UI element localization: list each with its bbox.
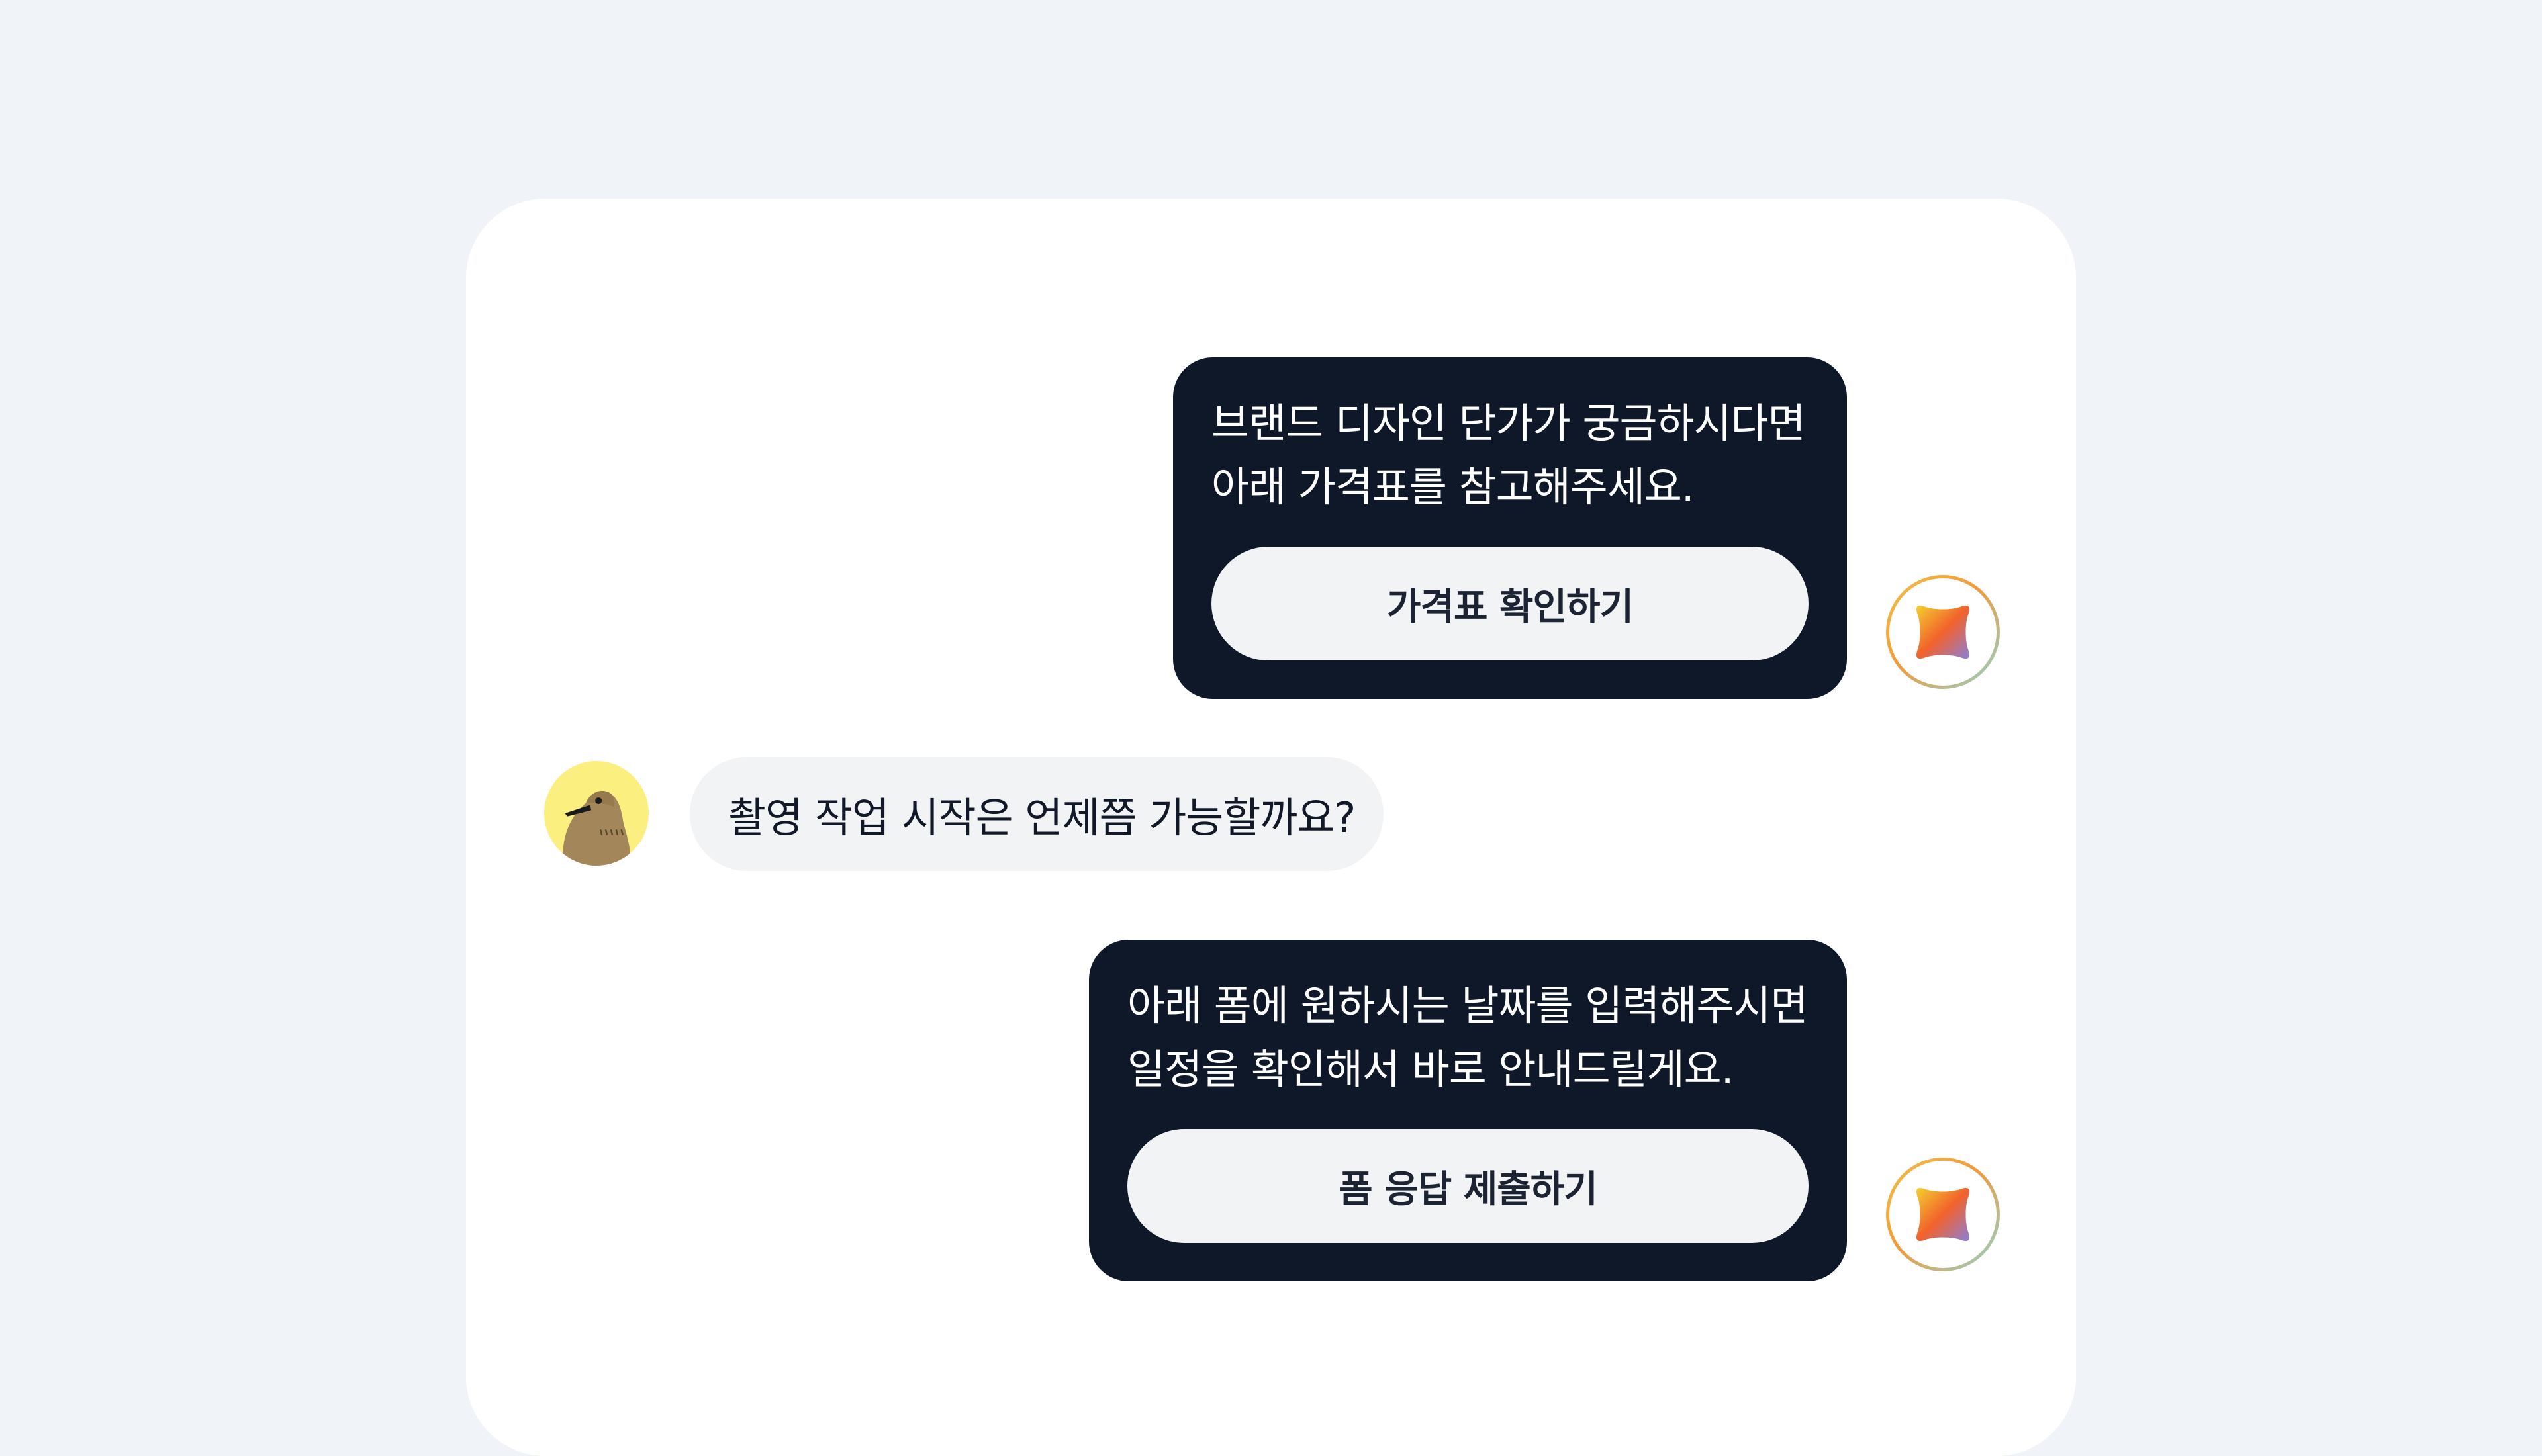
bot-message-text: 아래 폼에 원하시는 날짜를 입력해주시면 일정을 확인해서 바로 안내드릴게요…	[1127, 981, 1809, 1093]
bot-message-bubble: 아래 폼에 원하시는 날짜를 입력해주시면 일정을 확인해서 바로 안내드릴게요…	[1089, 940, 1847, 1281]
bot-avatar	[1886, 575, 2000, 689]
user-avatar	[544, 761, 649, 866]
user-message-text: 촬영 작업 시작은 언제쯤 가능할까요?	[728, 794, 1356, 842]
view-price-list-button[interactable]: 가격표 확인하기	[1211, 547, 1809, 660]
brand-logo-icon	[1916, 605, 1970, 659]
brand-logo-icon	[1916, 1187, 1970, 1242]
submit-form-button[interactable]: 폼 응답 제출하기	[1127, 1129, 1809, 1243]
bot-message-bubble: 브랜드 디자인 단가가 궁금하시다면 아래 가격표를 참고해주세요. 가격표 확…	[1173, 357, 1847, 699]
bot-avatar	[1886, 1158, 2000, 1271]
bird-avatar-icon	[563, 790, 631, 866]
bot-message-text: 브랜드 디자인 단가가 궁금하시다면 아래 가격표를 참고해주세요.	[1211, 399, 1806, 511]
user-message-bubble: 촬영 작업 시작은 언제쯤 가능할까요?	[690, 757, 1384, 871]
